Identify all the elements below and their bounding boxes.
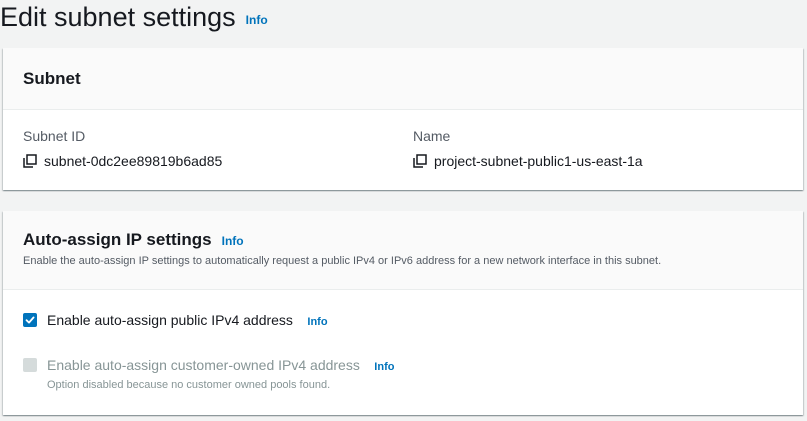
subnet-panel-header: Subnet (3, 48, 803, 110)
auto-assign-description: Enable the auto-assign IP settings to au… (23, 255, 662, 267)
copy-icon[interactable] (23, 154, 37, 168)
customer-owned-ipv4-info-link[interactable]: Info (374, 361, 394, 373)
auto-assign-info-link[interactable]: Info (222, 234, 244, 248)
copy-icon[interactable] (413, 154, 427, 168)
subnet-id-value: subnet-0dc2ee89819b6ad85 (44, 153, 223, 169)
subnet-name-value: project-subnet-public1-us-east-1a (434, 153, 643, 169)
subnet-name-field: Name project-subnet-public1-us-east-1a (413, 127, 643, 170)
page-header: Edit subnet settings Info (0, 0, 268, 40)
subnet-id-label: Subnet ID (23, 128, 86, 144)
customer-owned-ipv4-checkbox (23, 358, 37, 372)
public-ipv4-info-link[interactable]: Info (307, 316, 327, 328)
customer-owned-ipv4-label: Enable auto-assign customer-owned IPv4 a… (47, 357, 360, 373)
auto-assign-panel-title: Auto-assign IP settings (23, 230, 212, 249)
customer-owned-ipv4-description: Option disabled because no customer owne… (47, 379, 331, 391)
subnet-name-value-row: project-subnet-public1-us-east-1a (413, 152, 643, 170)
page-info-link[interactable]: Info (246, 13, 268, 27)
subnet-name-label: Name (413, 128, 451, 144)
checkmark-icon (25, 316, 35, 324)
page-title: Edit subnet settings (0, 2, 236, 32)
subnet-id-field: Subnet ID subnet-0dc2ee89819b6ad85 (23, 127, 222, 170)
auto-assign-panel-header: Auto-assign IP settings Info Enable the … (3, 211, 803, 290)
subnet-panel: Subnet Subnet ID subnet-0dc2ee89819b6ad8… (3, 48, 803, 190)
public-ipv4-option[interactable]: Enable auto-assign public IPv4 address I… (23, 311, 328, 331)
public-ipv4-checkbox[interactable] (23, 313, 37, 327)
customer-owned-ipv4-option: Enable auto-assign customer-owned IPv4 a… (23, 356, 394, 393)
auto-assign-panel: Auto-assign IP settings Info Enable the … (3, 211, 803, 415)
subnet-details: Subnet ID subnet-0dc2ee89819b6ad85 Name … (3, 110, 803, 189)
subnet-panel-title: Subnet (23, 68, 81, 88)
subnet-id-value-row: subnet-0dc2ee89819b6ad85 (23, 152, 222, 170)
public-ipv4-label[interactable]: Enable auto-assign public IPv4 address (47, 312, 293, 328)
